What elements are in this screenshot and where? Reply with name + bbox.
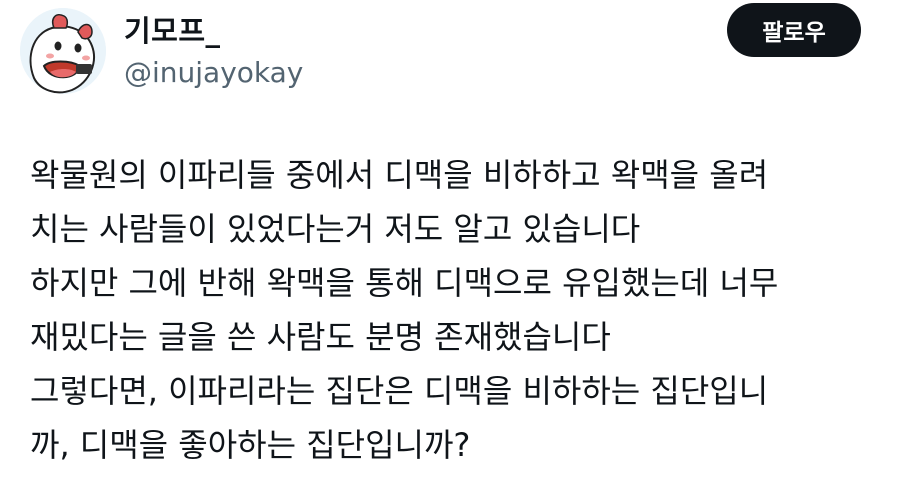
avatar[interactable] [20,8,106,94]
tweet-line: 하지만 그에 반해 왁맥을 통해 디맥으로 유입했는데 너무 [30,264,779,302]
tweet-text: 왁물원의 이파리들 중에서 디맥을 비하하고 왁맥을 올려 치는 사람들이 있었… [30,148,880,472]
tweet-line: 재밌다는 글을 쓴 사람도 분명 존재했습니다 [30,318,611,356]
cartoon-dog-avatar-icon [20,8,106,94]
tweet-line: 왁물원의 이파리들 중에서 디맥을 비하하고 왁맥을 올려 [30,156,769,194]
user-handle[interactable]: @inujayokay [124,56,303,89]
tweet-line: 그렇다면, 이파리라는 집단은 디맥을 비하하는 집단입니 [30,372,769,410]
follow-button[interactable]: 팔로우 [727,3,861,57]
tweet-line: 까, 디맥을 좋아하는 집단입니까? [30,426,471,464]
tweet-header: 기모프_ @inujayokay 팔로우 [0,0,900,110]
display-name[interactable]: 기모프_ [124,8,221,50]
tweet-line: 치는 사람들이 있었다는거 저도 알고 있습니다 [30,210,641,248]
